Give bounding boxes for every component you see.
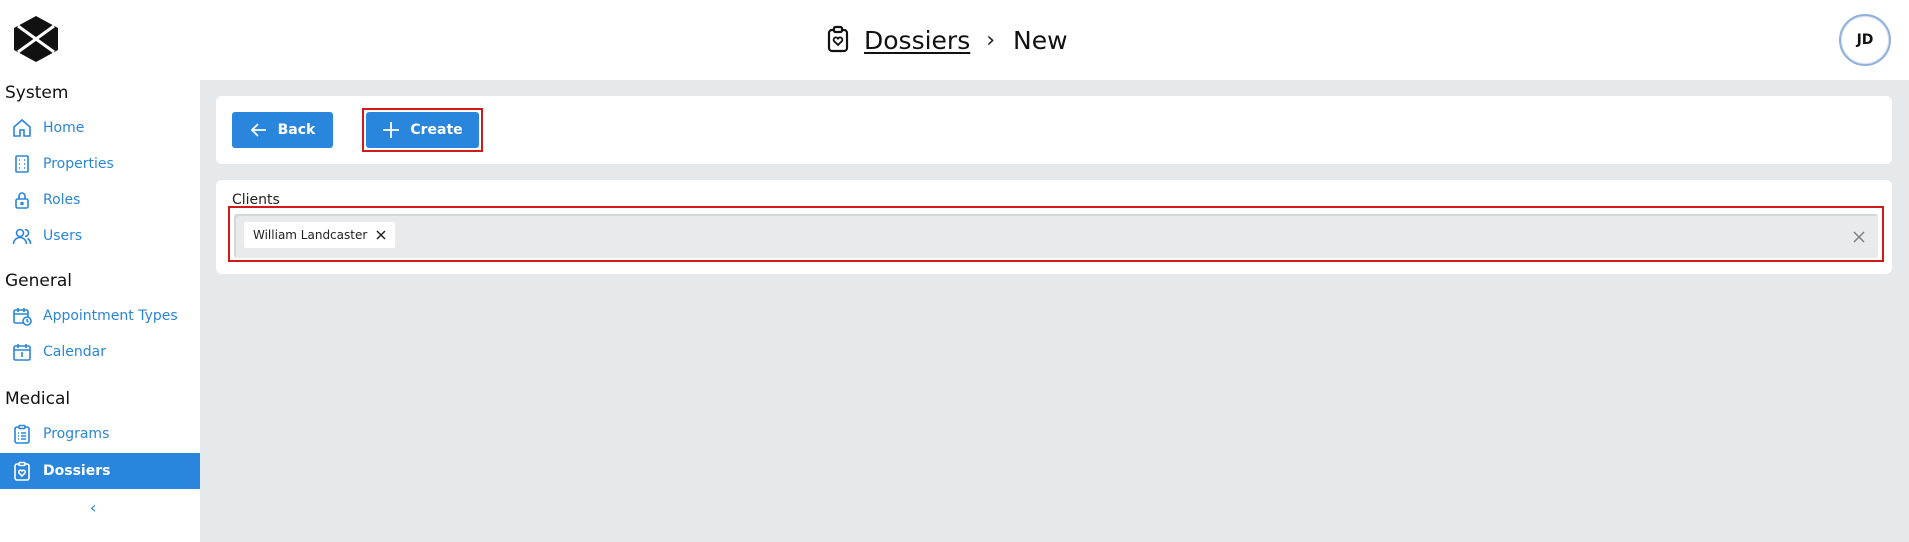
breadcrumb-current: New: [1013, 25, 1068, 55]
app-logo[interactable]: [14, 16, 58, 62]
client-chip-label: William Landcaster: [253, 228, 368, 242]
sidebar-item-label: Dossiers: [43, 463, 111, 479]
clipboard-list-icon: [14, 424, 30, 444]
sidebar-item-label: Users: [43, 228, 83, 244]
breadcrumb-dossiers-link[interactable]: Dossiers: [864, 26, 970, 55]
clipboard-heart-icon: [14, 461, 30, 481]
clients-multiselect[interactable]: William Landcaster: [234, 214, 1878, 258]
users-icon: [12, 228, 32, 245]
sidebar-item-label: Properties: [43, 156, 114, 172]
sidebar-item-label: Home: [43, 120, 85, 136]
clipboard-heart-icon: [826, 25, 852, 55]
breadcrumb: Dossiers › New: [826, 22, 1068, 58]
sidebar-item-roles[interactable]: Roles: [0, 182, 200, 218]
sidebar-item-label: Calendar: [43, 344, 106, 360]
remove-chip-icon[interactable]: [375, 229, 387, 241]
clients-label: Clients: [232, 192, 280, 208]
client-chip: William Landcaster: [244, 222, 396, 248]
sidebar-item-dossiers[interactable]: Dossiers: [0, 453, 200, 489]
back-button-label: Back: [277, 122, 316, 138]
sidebar-section-medical: Medical: [5, 389, 71, 409]
sidebar-item-label: Appointment Types: [43, 308, 178, 324]
clear-all-icon[interactable]: [1852, 229, 1866, 243]
sidebar-item-properties[interactable]: Properties: [0, 146, 200, 182]
sidebar-item-appointment-types[interactable]: Appointment Types: [0, 298, 200, 334]
create-button-label: Create: [410, 122, 463, 138]
lock-icon: [15, 192, 29, 209]
back-button[interactable]: Back: [232, 112, 333, 148]
sidebar-item-calendar[interactable]: Calendar: [0, 334, 200, 370]
sidebar-section-system: System: [5, 83, 69, 103]
plus-icon: [383, 122, 400, 138]
sidebar: System Home Properties Roles Users Gener…: [0, 80, 200, 542]
sidebar-item-label: Programs: [43, 426, 110, 442]
sidebar-collapse-button[interactable]: ‹: [90, 498, 106, 517]
building-icon: [15, 155, 29, 173]
toolbar-card: Back Create: [216, 96, 1892, 164]
sidebar-item-label: Roles: [43, 192, 81, 208]
sidebar-section-general: General: [5, 271, 72, 291]
chevron-left-icon: ‹: [90, 498, 97, 517]
clients-form-card: Clients William Landcaster: [216, 180, 1892, 274]
sidebar-item-home[interactable]: Home: [0, 110, 200, 146]
main-content: Back Create Clients William Landcaster: [200, 80, 1909, 542]
sidebar-item-users[interactable]: Users: [0, 218, 200, 254]
app-header: Dossiers › New JD: [0, 0, 1909, 80]
arrow-left-icon: [250, 123, 266, 137]
create-button[interactable]: Create: [366, 112, 479, 148]
breadcrumb-separator: ›: [986, 27, 996, 53]
calendar-icon: [13, 344, 31, 361]
user-avatar[interactable]: JD: [1839, 14, 1891, 66]
sidebar-item-programs[interactable]: Programs: [0, 416, 200, 452]
calendar-clock-icon: [13, 308, 32, 326]
home-icon: [13, 118, 31, 137]
